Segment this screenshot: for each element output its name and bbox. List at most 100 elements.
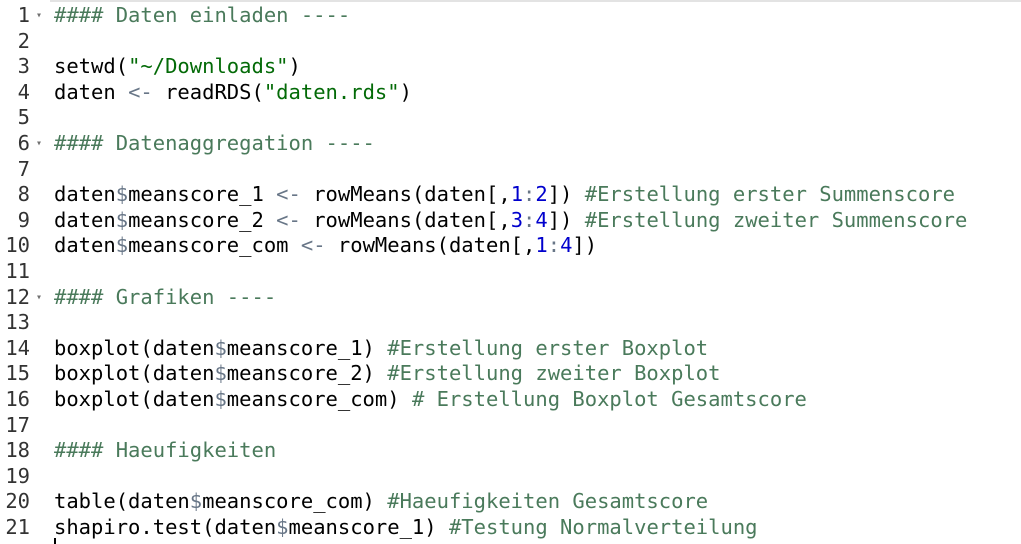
fold-toggle-icon[interactable]: ▾	[33, 285, 45, 311]
code-line[interactable]: 12 ▾ #### Grafiken ----	[0, 285, 1021, 311]
code-text[interactable]: boxplot(daten$meanscore_2) #Erstellung z…	[54, 361, 721, 387]
code-line[interactable]: 6 ▾ #### Datenaggregation ----	[0, 131, 1021, 157]
code-text[interactable]: table(daten$meanscore_com) #Haeufigkeite…	[54, 489, 708, 515]
code-token: rowMeans(daten[,	[325, 233, 536, 258]
code-line[interactable]: 10 daten$meanscore_com <- rowMeans(daten[…	[0, 233, 1021, 259]
code-text[interactable]: boxplot(daten$meanscore_1) #Erstellung e…	[54, 336, 708, 362]
code-line[interactable]: 3 setwd("~/Downloads")	[0, 54, 1021, 80]
code-string: "daten.rds"	[263, 79, 400, 104]
code-comment: #### Haeufigkeiten	[54, 438, 277, 463]
code-text[interactable]: #### Datenaggregation ----	[54, 131, 375, 157]
code-line[interactable]: 13	[0, 310, 1021, 336]
code-token: boxplot(daten	[54, 387, 215, 411]
code-token: )	[399, 79, 412, 104]
code-comment: #### Datenaggregation ----	[54, 131, 375, 155]
line-number: 2	[17, 28, 30, 53]
code-token: shapiro.test(daten	[54, 515, 277, 539]
code-text[interactable]: daten$meanscore_2 <- rowMeans(daten[,3:4…	[54, 208, 967, 234]
line-number: 11	[5, 259, 30, 283]
code-token: meanscore_com)	[226, 387, 412, 411]
code-line[interactable]: 4 daten <- readRDS("daten.rds")	[0, 80, 1021, 106]
code-text[interactable]: daten$meanscore_com <- rowMeans(daten[,1…	[54, 233, 597, 259]
code-line[interactable]: 14 boxplot(daten$meanscore_1) #Erstellung…	[0, 336, 1021, 362]
code-line[interactable]: 19	[0, 464, 1021, 490]
line-number: 21	[5, 515, 30, 539]
code-text[interactable]: daten <- readRDS("daten.rds")	[54, 80, 412, 106]
code-text[interactable]: #### Haeufigkeiten	[54, 438, 276, 464]
line-number: 7	[17, 156, 30, 181]
code-line[interactable]: 21 shapiro.test(daten$meanscore_1) #Testu…	[0, 515, 1021, 541]
code-token: meanscore_2	[128, 207, 277, 232]
code-operator: $	[214, 387, 227, 411]
code-line[interactable]: 15 boxplot(daten$meanscore_2) #Erstellung…	[0, 361, 1021, 387]
code-token: readRDS(	[152, 79, 264, 104]
line-number: 10	[5, 233, 30, 258]
code-operator: $	[115, 182, 129, 207]
code-token: )	[288, 54, 301, 79]
code-operator: <-	[276, 182, 301, 207]
code-token: meanscore_2)	[226, 361, 388, 386]
code-operator: <-	[276, 207, 301, 232]
line-number: 15	[5, 361, 30, 386]
code-operator: $	[214, 335, 227, 360]
code-operator: $	[276, 515, 289, 539]
fold-toggle-icon[interactable]: ▾	[33, 131, 45, 157]
code-token: meanscore_com	[128, 233, 301, 258]
code-comment: #Testung Normalverteilung	[448, 515, 758, 539]
code-comment: #Haeufigkeiten Gesamtscore	[387, 489, 709, 514]
code-token: daten	[54, 79, 129, 104]
line-number: 1	[17, 3, 30, 27]
code-token: meanscore_1)	[288, 515, 449, 539]
code-token: daten	[54, 233, 116, 258]
code-comment: #### Daten einladen ----	[54, 3, 351, 27]
code-operator: $	[189, 489, 203, 514]
line-number: 12	[5, 284, 30, 309]
code-number: 1	[535, 233, 548, 258]
code-token: rowMeans(daten[,	[300, 207, 511, 232]
code-operator: $	[115, 233, 129, 258]
line-number: 14	[5, 335, 30, 360]
code-token: table(daten	[54, 489, 190, 514]
code-line[interactable]: 9 daten$meanscore_2 <- rowMeans(daten[,3:…	[0, 208, 1021, 234]
code-token: meanscore_1)	[226, 335, 388, 360]
line-number: 18	[5, 438, 30, 463]
code-line[interactable]: 17	[0, 413, 1021, 439]
line-number: 6	[17, 131, 30, 155]
code-line[interactable]: 7	[0, 157, 1021, 183]
code-line[interactable]: 11	[0, 259, 1021, 285]
code-text[interactable]: shapiro.test(daten$meanscore_1) #Testung…	[54, 515, 758, 541]
code-line[interactable]: 5	[0, 105, 1021, 131]
code-number: 2	[535, 182, 548, 207]
code-token: rowMeans(daten[,	[300, 182, 511, 207]
line-number: 8	[17, 182, 30, 207]
code-text[interactable]: setwd("~/Downloads")	[54, 54, 301, 80]
code-text[interactable]: boxplot(daten$meanscore_com) # Erstellun…	[54, 387, 807, 413]
code-string: "~/Downloads"	[128, 54, 289, 79]
code-token: daten	[54, 182, 116, 207]
code-number: 4	[535, 207, 548, 232]
code-text[interactable]: daten$meanscore_1 <- rowMeans(daten[,1:2…	[54, 182, 955, 208]
code-operator: :	[547, 233, 561, 258]
code-line[interactable]: 8 daten$meanscore_1 <- rowMeans(daten[,1:…	[0, 182, 1021, 208]
code-token: daten	[54, 207, 116, 232]
code-line[interactable]: 16 boxplot(daten$meanscore_com) # Erstell…	[0, 387, 1021, 413]
code-comment: #Erstellung zweiter Boxplot	[387, 361, 721, 386]
code-token: meanscore_1	[128, 182, 277, 207]
code-comment: #Erstellung zweiter Summenscore	[584, 207, 968, 232]
code-operator: :	[523, 207, 536, 232]
code-line[interactable]: 18 #### Haeufigkeiten	[0, 438, 1021, 464]
code-line[interactable]: 20 table(daten$meanscore_com) #Haeufigkei…	[0, 489, 1021, 515]
code-line[interactable]: 1 ▾ #### Daten einladen ----	[0, 3, 1021, 29]
code-operator: $	[115, 207, 129, 232]
code-comment: #### Grafiken ----	[54, 284, 277, 309]
line-number: 20	[5, 489, 30, 514]
code-operator: <-	[128, 79, 153, 104]
fold-toggle-icon[interactable]: ▾	[33, 3, 45, 29]
code-line[interactable]: 2	[0, 29, 1021, 55]
code-editor[interactable]: 1 ▾ #### Daten einladen ---- 2 3 setwd("~/Dow…	[0, 0, 1021, 544]
code-text[interactable]: #### Daten einladen ----	[54, 3, 350, 29]
code-token: boxplot(daten	[54, 335, 215, 360]
line-number: 5	[17, 105, 30, 130]
code-text[interactable]: #### Grafiken ----	[54, 285, 276, 311]
code-token: boxplot(daten	[54, 361, 215, 386]
